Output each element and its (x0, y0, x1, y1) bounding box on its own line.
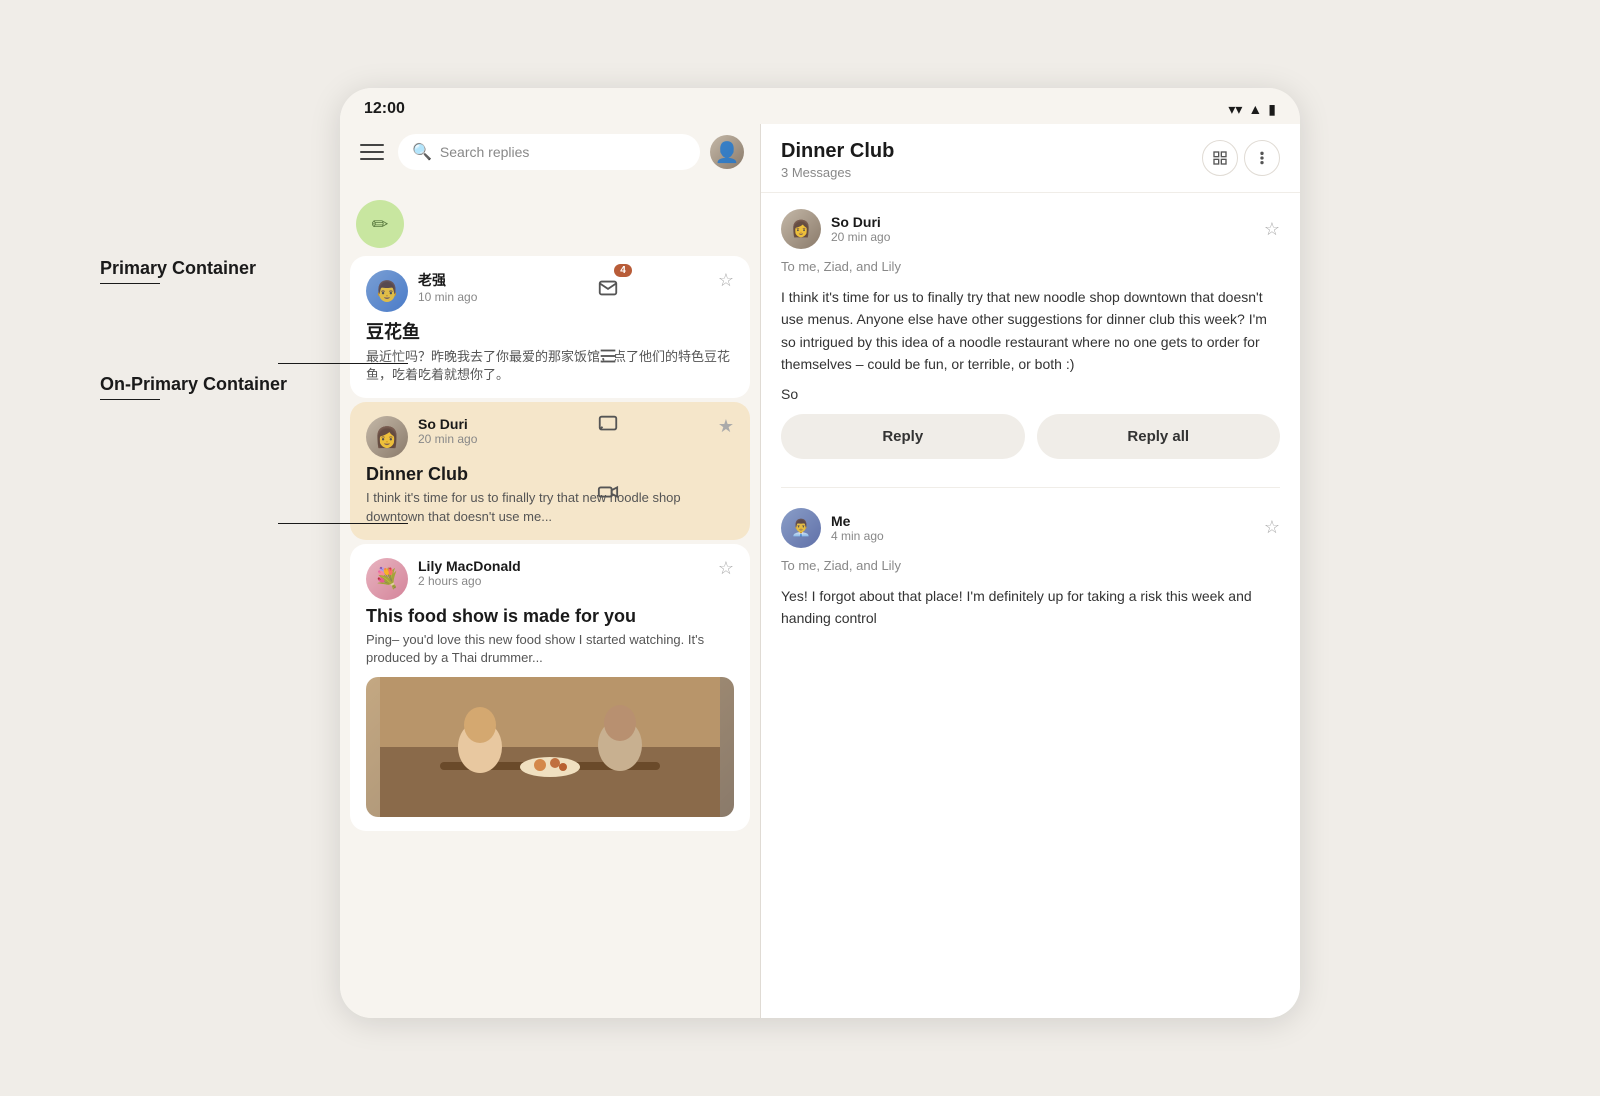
message-time: 20 min ago (831, 230, 1254, 244)
message-body: Yes! I forgot about that place! I'm defi… (781, 585, 1280, 630)
status-time: 12:00 (364, 100, 405, 118)
signal-icon: ▲ (1248, 101, 1262, 117)
user-avatar[interactable]: 👤 (710, 135, 744, 169)
message-sender: Me (831, 513, 1254, 529)
star-icon[interactable]: ☆ (718, 558, 734, 579)
detail-header: Dinner Club 3 Messages (761, 124, 1300, 193)
email-subject: 豆花鱼 (366, 318, 734, 344)
message-block: 👩 So Duri 20 min ago ☆ To me, Ziad, and … (781, 209, 1280, 471)
email-sender: Lily MacDonald (418, 558, 708, 574)
message-sender: So Duri (831, 214, 1254, 230)
message-meta: So Duri 20 min ago (831, 214, 1254, 244)
annotation-line-primary (278, 363, 408, 364)
message-to: To me, Ziad, and Lily (781, 558, 1280, 573)
email-thumbnail (366, 677, 734, 817)
sidebar-mail-icon[interactable]: 4 (588, 268, 628, 308)
annotation-line-on-primary (278, 523, 408, 524)
email-list: 👨 老强 10 min ago ☆ 豆花鱼 最近忙吗？昨晚我去了你最爱的那家饭馆… (340, 256, 760, 1018)
email-detail-panel: Dinner Club 3 Messages (760, 124, 1300, 1018)
email-time: 10 min ago (418, 290, 708, 304)
email-item[interactable]: 👩 So Duri 20 min ago ★ Dinner Club I thi… (350, 402, 750, 539)
message-body: I think it's time for us to finally try … (781, 286, 1280, 376)
email-subject: This food show is made for you (366, 606, 734, 627)
email-meta: 老强 10 min ago (418, 270, 708, 304)
sidebar-video-icon[interactable] (588, 472, 628, 512)
search-area: 🔍 Search replies 👤 (340, 124, 760, 178)
reply-button[interactable]: Reply (781, 414, 1025, 459)
search-placeholder: Search replies (440, 144, 530, 160)
reply-buttons: Reply Reply all (781, 402, 1280, 471)
on-primary-container-label: On-Primary Container (100, 374, 380, 400)
email-time: 20 min ago (418, 432, 708, 446)
email-preview: I think it's time for us to finally try … (366, 489, 734, 525)
compose-button[interactable]: ✏ (356, 200, 404, 248)
email-header: 👨 老强 10 min ago ☆ (366, 270, 734, 312)
email-subject: Dinner Club (366, 464, 734, 485)
message-sign: So (781, 386, 1280, 402)
food-thumbnail-image (366, 677, 734, 817)
detail-actions (1202, 140, 1280, 176)
search-box[interactable]: 🔍 Search replies (398, 134, 700, 170)
email-sender: So Duri (418, 416, 708, 432)
message-avatar: 👩 (781, 209, 821, 249)
sidebar-chat-icon[interactable] (588, 404, 628, 444)
message-star[interactable]: ☆ (1264, 517, 1280, 538)
thumbnail-svg (366, 677, 734, 817)
sidebar-strip: 4 (580, 218, 636, 512)
message-header: 👩 So Duri 20 min ago ☆ (781, 209, 1280, 249)
search-icon: 🔍 (412, 142, 432, 162)
reply-all-button[interactable]: Reply all (1037, 414, 1281, 459)
email-preview: 最近忙吗？昨晚我去了你最爱的那家饭馆，点了他们的特色豆花鱼，吃着吃着就想你了。 (366, 348, 734, 384)
email-sender: 老强 (418, 270, 708, 290)
email-avatar: 👨 (366, 270, 408, 312)
message-header: 👨‍💼 Me 4 min ago ☆ (781, 508, 1280, 548)
compose-icon: ✏ (372, 212, 389, 237)
sidebar-list-icon[interactable] (588, 336, 628, 376)
more-options-button[interactable] (1244, 140, 1280, 176)
detail-title: Dinner Club (781, 140, 894, 163)
wifi-icon: ▾▾ (1228, 101, 1242, 118)
email-avatar: 💐 (366, 558, 408, 600)
status-icons: ▾▾ ▲ ▮ (1228, 101, 1276, 118)
email-header: 💐 Lily MacDonald 2 hours ago ☆ (366, 558, 734, 600)
detail-subtitle: 3 Messages (781, 165, 894, 180)
email-meta: So Duri 20 min ago (418, 416, 708, 446)
message-star[interactable]: ☆ (1264, 219, 1280, 240)
expand-button[interactable] (1202, 140, 1238, 176)
email-item[interactable]: 💐 Lily MacDonald 2 hours ago ☆ This food… (350, 544, 750, 831)
message-avatar: 👨‍💼 (781, 508, 821, 548)
label-line-1 (100, 283, 160, 284)
status-bar: 12:00 ▾▾ ▲ ▮ (340, 88, 1300, 124)
message-divider (781, 487, 1280, 488)
star-icon[interactable]: ★ (718, 416, 734, 437)
email-avatar: 👩 (366, 416, 408, 458)
email-header: 👩 So Duri 20 min ago ★ (366, 416, 734, 458)
email-time: 2 hours ago (418, 574, 708, 588)
email-list-panel: 🔍 Search replies 👤 ✏ (340, 124, 760, 1018)
detail-content: 👩 So Duri 20 min ago ☆ To me, Ziad, and … (761, 193, 1300, 1018)
mail-badge: 4 (614, 264, 632, 277)
email-item[interactable]: 👨 老强 10 min ago ☆ 豆花鱼 最近忙吗？昨晚我去了你最爱的那家饭馆… (350, 256, 750, 398)
message-to: To me, Ziad, and Lily (781, 259, 1280, 274)
main-content: 🔍 Search replies 👤 ✏ (340, 124, 1300, 1018)
label-line-2 (100, 399, 160, 400)
primary-container-label: Primary Container (100, 258, 380, 284)
phone-frame: 12:00 ▾▾ ▲ ▮ 🔍 Se (340, 88, 1300, 1018)
email-preview: Ping– you'd love this new food show I st… (366, 631, 734, 667)
message-time: 4 min ago (831, 529, 1254, 543)
message-meta: Me 4 min ago (831, 513, 1254, 543)
menu-icon[interactable] (356, 136, 388, 168)
message-block: 👨‍💼 Me 4 min ago ☆ To me, Ziad, and Lily… (781, 500, 1280, 630)
battery-icon: ▮ (1268, 101, 1276, 118)
email-meta: Lily MacDonald 2 hours ago (418, 558, 708, 588)
labels-panel: Primary Container On-Primary Container (100, 258, 380, 400)
star-icon[interactable]: ☆ (718, 270, 734, 291)
